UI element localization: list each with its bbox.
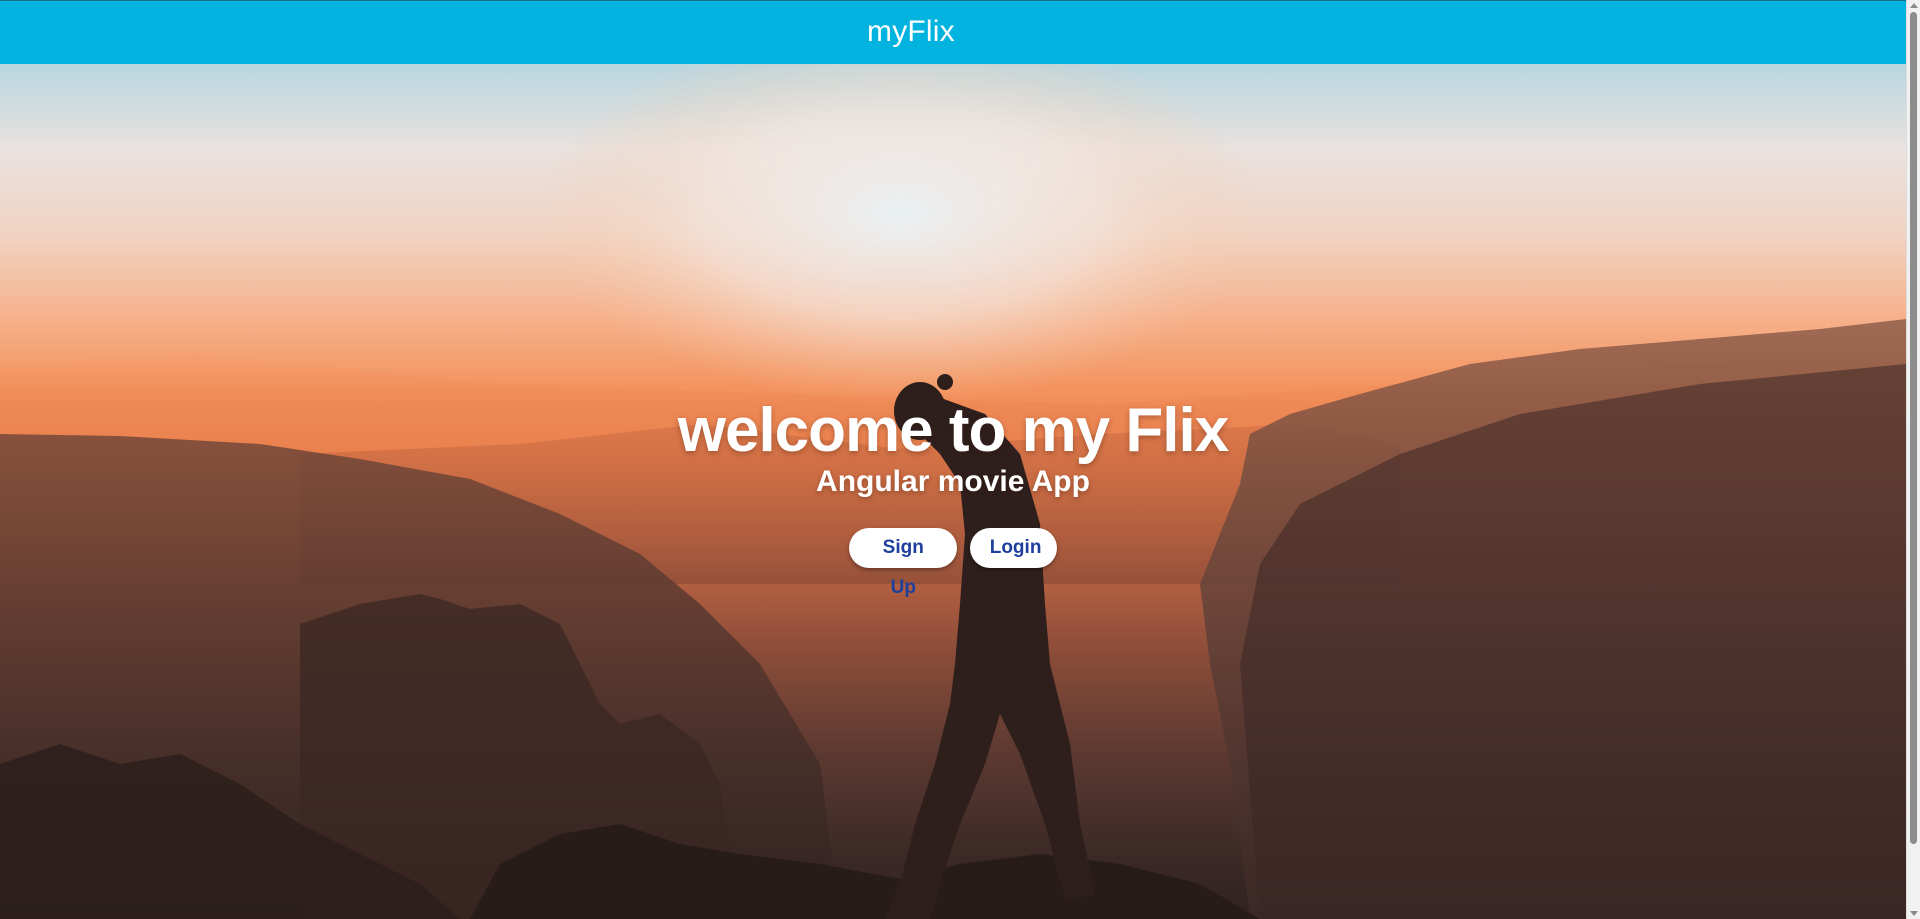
- app-subtitle: Angular movie App: [816, 465, 1090, 498]
- welcome-heading: welcome to my Flix: [677, 396, 1230, 465]
- login-button[interactable]: Login: [969, 528, 1057, 568]
- auth-button-group: Sign Up Login: [0, 528, 1906, 598]
- scroll-up-arrow-icon[interactable]: [1910, 3, 1918, 8]
- scroll-down-arrow-icon[interactable]: [1910, 911, 1918, 916]
- page: myFlix welcome to my Flix Angular movie …: [0, 0, 1906, 919]
- vertical-scrollbar[interactable]: [1906, 0, 1920, 919]
- app-title: myFlix: [867, 15, 955, 48]
- scrollbar-thumb[interactable]: [1910, 12, 1917, 844]
- top-toolbar: myFlix: [0, 0, 1906, 64]
- sign-up-button[interactable]: Sign Up: [849, 528, 958, 598]
